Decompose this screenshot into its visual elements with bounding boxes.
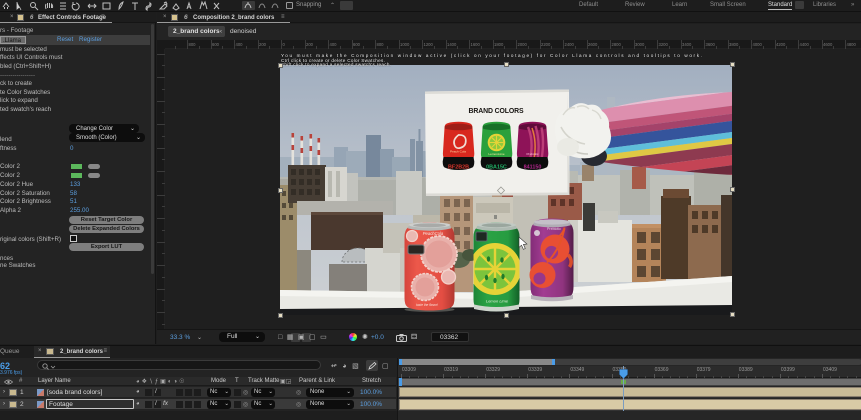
svg-text:Prebiotic: Prebiotic [526,152,538,156]
svg-text:0BA15C: 0BA15C [486,165,507,171]
svg-text:Prebiotic: Prebiotic [547,227,561,231]
svg-text:841150: 841150 [524,165,542,171]
svg-text:taste the flavor!: taste the flavor! [416,303,438,307]
svg-text:BRAND COLORS: BRAND COLORS [468,108,524,115]
svg-text:Lemon Lime: Lemon Lime [486,299,509,304]
svg-text:LemonLime: LemonLime [488,152,504,156]
svg-text:Peach Cola: Peach Cola [450,150,466,154]
svg-text:BF2B2B: BF2B2B [448,165,469,171]
svg-text:PeachCola: PeachCola [423,231,444,236]
